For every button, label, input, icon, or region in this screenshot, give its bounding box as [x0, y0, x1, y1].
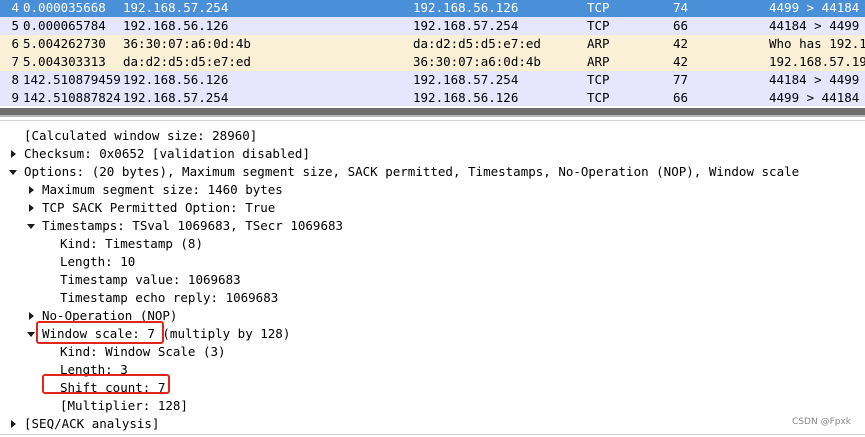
packet-length-cell: 66 [673, 90, 689, 105]
detail-tree-label: Timestamps: TSval 1069683, TSecr 1069683 [42, 218, 344, 233]
packet-time-cell: 142.510879459 [23, 72, 121, 87]
bottom-divider [0, 434, 865, 435]
expand-arrow-right-icon[interactable] [26, 185, 36, 195]
packet-source-cell: 192.168.56.126 [123, 72, 229, 87]
detail-tree-label: TCP SACK Permitted Option: True [42, 200, 276, 215]
packet-protocol-cell: TCP [587, 90, 610, 105]
packet-info-cell: 4499 > 44184 [769, 90, 860, 105]
packet-no-cell: 5 [11, 18, 19, 33]
packet-source-cell: 192.168.57.254 [123, 90, 229, 105]
packet-protocol-cell: TCP [587, 18, 610, 33]
packet-time-cell: 142.510887824 [23, 90, 121, 105]
detail-tree-label: [Calculated window size: 28960] [24, 128, 258, 143]
packet-row[interactable]: 6 5.004262730 36:30:07:a6:0d:4b da:d2:d5:d5… [0, 35, 865, 53]
packet-time-cell: 0.000035668 [23, 0, 106, 15]
packet-list: 4 0.000035668 192.168.57.254 192.168.56.126… [0, 0, 865, 106]
detail-tree-label: Timestamp value: 1069683 [60, 272, 241, 287]
packet-destination-cell: 192.168.57.254 [413, 18, 519, 33]
packet-destination-cell: 192.168.56.126 [413, 0, 519, 15]
expand-arrow-right-icon[interactable] [8, 149, 18, 159]
packet-length-cell: 74 [673, 0, 689, 15]
packet-info-cell: 192.168.57.193 [769, 54, 865, 69]
detail-tree-label: [Multiplier: 128] [60, 398, 188, 413]
packet-source-cell: 192.168.56.126 [123, 18, 229, 33]
expand-arrow-right-icon[interactable] [26, 203, 36, 213]
packet-protocol-cell: ARP [587, 54, 610, 69]
packet-protocol-cell: TCP [587, 0, 610, 15]
detail-tree-label: Checksum: 0x0652 [validation disabled] [24, 146, 310, 161]
packet-destination-cell: da:d2:d5:d5:e7:ed [413, 36, 541, 51]
packet-row[interactable]: 7 5.004303313 da:d2:d5:d5:e7:ed 36:30:07:a6… [0, 53, 865, 71]
expand-arrow-down-icon[interactable] [26, 221, 36, 231]
detail-tree-label: [SEQ/ACK analysis] [24, 416, 160, 431]
packet-length-cell: 42 [673, 36, 689, 51]
pane-splitter[interactable] [0, 106, 865, 122]
packet-row[interactable]: 4 0.000035668 192.168.57.254 192.168.56.126… [0, 0, 865, 17]
packet-protocol-cell: TCP [587, 72, 610, 87]
detail-tree-label: Kind: Timestamp (8) [60, 236, 203, 251]
shift-count-highlight-box [42, 374, 170, 394]
packet-length-cell: 42 [673, 54, 689, 69]
watermark: CSDN @Fpxk [792, 417, 851, 427]
packet-length-cell: 66 [673, 18, 689, 33]
detail-tree-label: Length: 10 [60, 254, 136, 269]
packet-source-cell: 36:30:07:a6:0d:4b [123, 36, 251, 51]
packet-time-cell: 0.000065784 [23, 18, 106, 33]
detail-tree-label: Maximum segment size: 1460 bytes [42, 182, 283, 197]
packet-destination-cell: 192.168.56.126 [413, 90, 519, 105]
packet-no-cell: 6 [11, 36, 19, 51]
packet-time-cell: 5.004262730 [23, 36, 106, 51]
detail-tree-label: Timestamp echo reply: 1069683 [60, 290, 279, 305]
window-scale-highlight-box [36, 321, 164, 344]
packet-info-cell: 44184 > 4499 [769, 72, 860, 87]
packet-length-cell: 77 [673, 72, 689, 87]
packet-destination-cell: 36:30:07:a6:0d:4b [413, 54, 541, 69]
packet-row[interactable]: 8 142.510879459 192.168.56.126 192.168.57.2… [0, 71, 865, 89]
packet-no-cell: 8 [11, 72, 19, 87]
packet-no-cell: 4 [11, 0, 19, 15]
packet-no-cell: 9 [11, 90, 19, 105]
expand-arrow-right-icon[interactable] [26, 311, 36, 321]
packet-time-cell: 5.004303313 [23, 54, 106, 69]
packet-details-tree: [SEQ/ACK analysis] [Multiplier: 128] Shift… [0, 122, 865, 435]
expand-arrow-right-icon[interactable] [8, 419, 18, 429]
detail-tree-label: Options: (20 bytes), Maximum segment siz… [24, 164, 800, 179]
packet-source-cell: 192.168.57.254 [123, 0, 229, 15]
packet-info-cell: 44184 > 4499 [769, 18, 860, 33]
packet-info-cell: Who has 192.16 [769, 36, 865, 51]
detail-tree-label: Kind: Window Scale (3) [60, 344, 226, 359]
expand-arrow-down-icon[interactable] [26, 329, 36, 339]
packet-destination-cell: 192.168.57.254 [413, 72, 519, 87]
packet-info-cell: 4499 > 44184 [769, 0, 860, 15]
packet-row[interactable]: 5 0.000065784 192.168.56.126 192.168.57.254… [0, 17, 865, 35]
packet-no-cell: 7 [11, 54, 19, 69]
expand-arrow-down-icon[interactable] [8, 167, 18, 177]
packet-source-cell: da:d2:d5:d5:e7:ed [123, 54, 251, 69]
packet-row[interactable]: 9 142.510887824 192.168.57.254 192.168.56.1… [0, 89, 865, 106]
packet-protocol-cell: ARP [587, 36, 610, 51]
